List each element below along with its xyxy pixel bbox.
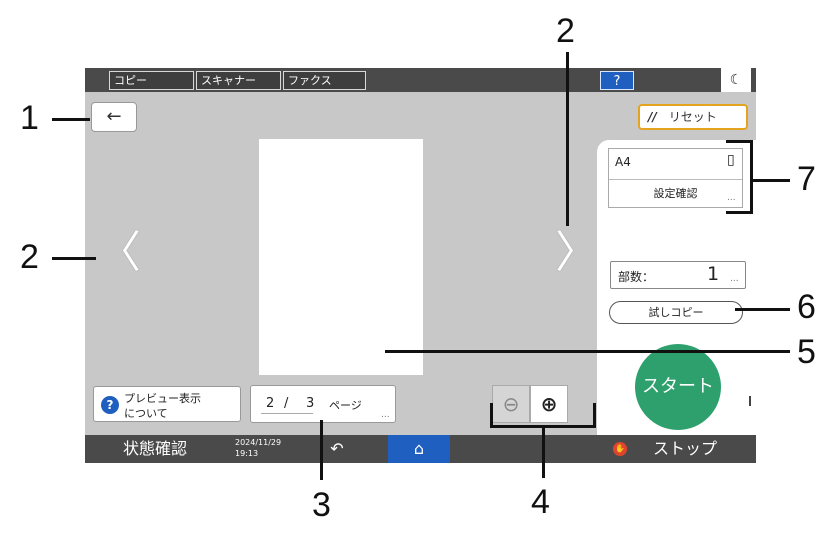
- printer-screen: コピー スキャナー ファクス ? ☾ ← 〈 〉 // リセット A4 ▯ 設定確…: [85, 68, 756, 463]
- status-check-button[interactable]: 状態確認: [85, 435, 225, 463]
- page-separator: /: [284, 396, 289, 411]
- callout-2-left: 2: [20, 238, 39, 276]
- settings-check-button[interactable]: 設定確認: [609, 180, 742, 207]
- time-text: 19:13: [235, 449, 259, 458]
- page-unit: ページ: [329, 399, 362, 412]
- more-icon: ...: [730, 274, 739, 284]
- current-page: 2: [266, 396, 275, 411]
- copies-value: 1: [707, 263, 720, 285]
- preview-help-button[interactable]: ? プレビュー表示 について: [93, 386, 241, 422]
- copies-label: 部数：: [618, 270, 655, 284]
- reset-label: リセット: [668, 110, 717, 124]
- page-preview: [259, 139, 423, 375]
- previous-page-chevron-icon[interactable]: 〈: [97, 231, 141, 275]
- total-pages: 3: [306, 396, 315, 411]
- callout-line-5: [385, 350, 790, 353]
- callout-line-2-left: [52, 257, 96, 260]
- callout-line-7: [753, 179, 790, 182]
- callout-line-4: [542, 428, 545, 478]
- home-icon[interactable]: ⌂: [388, 435, 450, 463]
- callout-1: 1: [20, 99, 39, 137]
- tab-scanner[interactable]: スキャナー: [196, 71, 281, 90]
- date-text: 2024/11/29: [235, 438, 282, 447]
- paper-size-label: A4: [615, 155, 631, 169]
- moon-icon[interactable]: ☾: [721, 68, 751, 92]
- callout-line-6: [735, 308, 790, 311]
- side-indicator: [749, 396, 751, 406]
- more-icon: ...: [381, 410, 390, 420]
- callout-7: 7: [797, 160, 816, 198]
- callout-line-2-top: [566, 52, 569, 226]
- top-bar: コピー スキャナー ファクス ? ☾: [85, 68, 756, 92]
- preview-help-line2: について: [124, 407, 168, 420]
- back-button[interactable]: ←: [91, 102, 137, 132]
- question-icon: ?: [101, 396, 119, 414]
- datetime: 2024/11/29 19:13: [235, 437, 281, 459]
- stop-label: ストップ: [653, 439, 718, 458]
- stop-button[interactable]: ✋ ストップ: [603, 435, 756, 463]
- callout-3: 3: [312, 486, 331, 524]
- tab-fax[interactable]: ファクス: [283, 71, 366, 90]
- stop-hand-icon: ✋: [613, 442, 627, 456]
- preview-help-line1: プレビュー表示: [124, 392, 201, 405]
- trial-copy-button[interactable]: 試しコピー: [609, 301, 743, 324]
- reset-button[interactable]: // リセット: [638, 104, 748, 130]
- help-button[interactable]: ?: [600, 71, 634, 90]
- callout-bracket-7: [726, 140, 753, 214]
- callout-4: 4: [531, 483, 550, 521]
- reset-icon: //: [648, 110, 657, 124]
- copies-field[interactable]: 部数： 1 ...: [610, 261, 746, 289]
- paper-settings-box[interactable]: A4 ▯ 設定確認 ...: [608, 148, 743, 208]
- callout-bracket-4: [490, 403, 596, 428]
- callout-6: 6: [797, 288, 816, 326]
- callout-2-top: 2: [556, 12, 575, 50]
- callout-5: 5: [797, 333, 816, 371]
- page-indicator[interactable]: 2 / 3 ページ ...: [250, 385, 396, 423]
- start-button[interactable]: スタート: [635, 344, 721, 430]
- callout-line-3: [320, 420, 323, 480]
- tab-copy[interactable]: コピー: [109, 71, 194, 90]
- next-page-chevron-icon[interactable]: 〉: [555, 231, 599, 275]
- bottom-bar: 状態確認 2024/11/29 19:13 ↶ ⌂ ✋ ストップ: [85, 435, 756, 463]
- callout-line-1: [52, 118, 90, 121]
- page-input-underline: [261, 413, 313, 414]
